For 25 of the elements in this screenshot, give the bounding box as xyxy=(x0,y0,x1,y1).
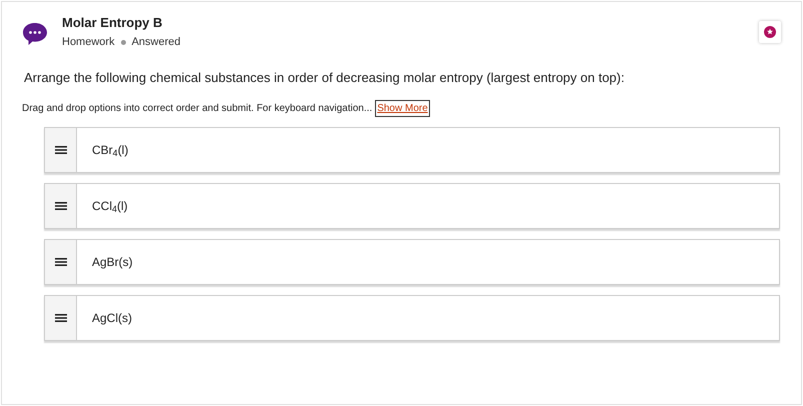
drag-handle[interactable] xyxy=(45,240,77,284)
option-label: CBr$_{4}$(l) xyxy=(92,142,128,159)
menu-icon xyxy=(54,313,66,323)
star-badge-icon xyxy=(764,26,776,38)
option-label: AgBr(s) xyxy=(92,254,133,271)
menu-icon xyxy=(54,257,66,267)
favorite-button[interactable] xyxy=(759,21,781,43)
option-label: AgCl(s) xyxy=(92,310,132,327)
drag-handle[interactable] xyxy=(45,184,77,228)
question-text: Arrange the following chemical substances in order of decreasing molar entropy (largest entropy on top): xyxy=(24,68,626,87)
status-label: Answered xyxy=(132,35,180,50)
option-card[interactable]: AgCl(s) xyxy=(44,295,780,341)
category-label: Homework xyxy=(62,35,115,50)
instructions-text: Drag and drop options into correct order and submit. For keyboard navigation... xyxy=(22,102,372,116)
drag-handle[interactable] xyxy=(45,296,77,340)
assignment-title: Molar Entropy B xyxy=(62,14,164,32)
menu-icon xyxy=(54,145,66,155)
show-more-link[interactable]: Show More xyxy=(376,101,429,116)
option-card[interactable]: AgBr(s) xyxy=(44,239,780,285)
option-label: CCl$_{4}$(l) xyxy=(92,198,128,215)
drag-handle[interactable] xyxy=(45,128,77,172)
option-card[interactable]: CBr$_{4}$(l) xyxy=(44,127,780,173)
option-card[interactable]: CCl$_{4}$(l) xyxy=(44,183,780,229)
chat-bubble-icon xyxy=(22,22,48,46)
menu-icon xyxy=(54,201,66,211)
